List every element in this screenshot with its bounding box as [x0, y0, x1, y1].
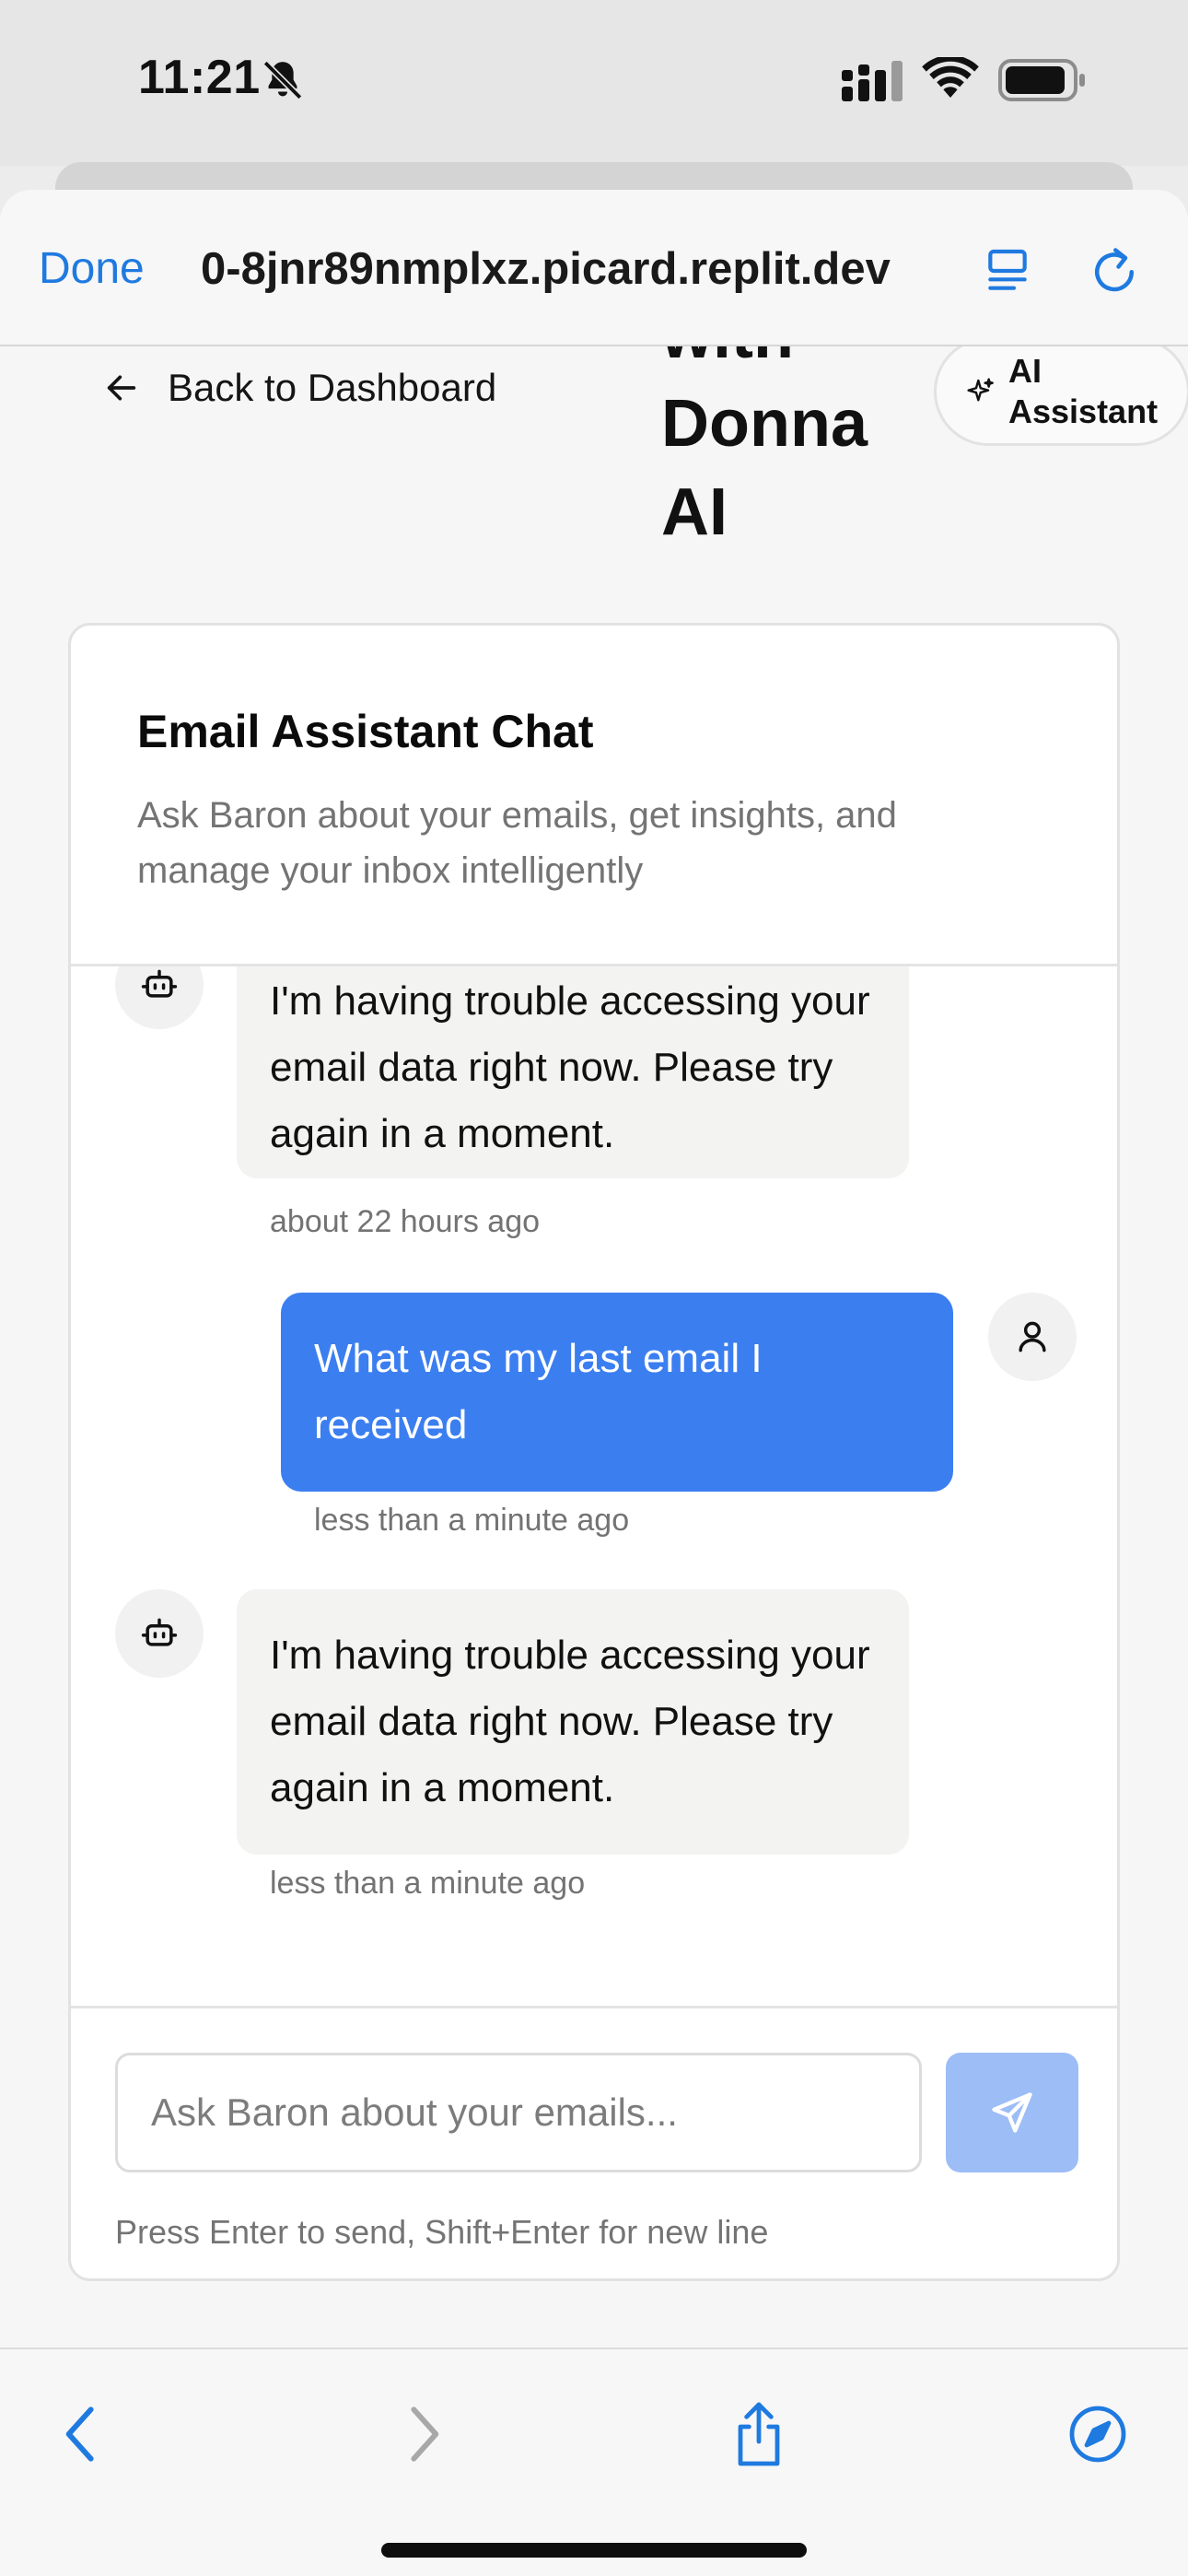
- cellular-signal-icon: [842, 61, 903, 101]
- page-title: with Donna AI: [661, 346, 901, 556]
- share-icon: [738, 2402, 780, 2466]
- page-title-line-2: Donna: [661, 387, 868, 461]
- back-link-label: Back to Dashboard: [168, 366, 497, 409]
- url-display[interactable]: 0-8jnr89nmplxz.picard.replit.dev: [201, 243, 938, 295]
- user-icon: [1019, 1321, 1046, 1352]
- sparkles-icon: [967, 378, 994, 402]
- reload-icon[interactable]: [1087, 243, 1142, 299]
- composer-hint: Press Enter to send, Shift+Enter for new…: [115, 2213, 769, 2251]
- page-title-line-3: AI: [661, 475, 728, 549]
- back-to-dashboard-link[interactable]: Back to Dashboard: [103, 356, 496, 420]
- assistant-message-bubble: I'm having trouble accessing your email …: [237, 1589, 909, 1855]
- reader-mode-icon[interactable]: [982, 245, 1033, 297]
- share-button[interactable]: [729, 2399, 788, 2469]
- forward-button[interactable]: [394, 2399, 453, 2469]
- forward-arrow-icon: [411, 2406, 439, 2462]
- bell-slash-icon: [262, 60, 303, 100]
- user-avatar: [988, 1293, 1077, 1381]
- message-list[interactable]: I'm having trouble accessing your email …: [71, 966, 1117, 2006]
- back-arrow-icon: [65, 2406, 94, 2462]
- home-indicator[interactable]: [381, 2543, 807, 2558]
- assistant-message-bubble: I'm having trouble accessing your email …: [237, 966, 909, 1178]
- battery-icon: [998, 59, 1085, 101]
- done-button[interactable]: Done: [39, 243, 145, 294]
- ai-assistant-label: AI Assistant: [1008, 352, 1159, 430]
- page-title-line-1: with: [661, 346, 901, 380]
- back-button[interactable]: [52, 2399, 111, 2469]
- wifi-icon: [922, 57, 979, 98]
- message-composer: Press Enter to send, Shift+Enter for new…: [71, 2006, 1117, 2278]
- open-in-safari-button[interactable]: [1068, 2399, 1127, 2469]
- compass-icon: [1069, 2406, 1126, 2463]
- chat-description: Ask Baron about your emails, get insight…: [137, 795, 897, 891]
- bot-icon: [141, 1618, 178, 1646]
- web-content: Back to Dashboard with Donna AI AI Assis…: [0, 346, 1188, 2348]
- status-time: 11:21: [138, 51, 261, 104]
- screen: 11:21 Done 0-8jnr89nmplxz.picard.replit.…: [0, 0, 1188, 2576]
- chat-card: Email Assistant Chat Ask Baron about you…: [68, 623, 1120, 2281]
- browser-toolbar: [0, 2348, 1188, 2576]
- send-icon: [992, 2092, 1032, 2133]
- ai-assistant-badge[interactable]: AI Assistant: [934, 346, 1188, 446]
- message-timestamp: less than a minute ago: [270, 1866, 586, 1901]
- assistant-avatar: [115, 966, 204, 1029]
- arrow-left-icon: [107, 375, 136, 401]
- message-timestamp: about 22 hours ago: [270, 1204, 541, 1239]
- assistant-avatar: [115, 1589, 204, 1678]
- chat-title: Email Assistant Chat: [137, 706, 594, 757]
- send-button[interactable]: [946, 2053, 1078, 2172]
- message-timestamp: less than a minute ago: [314, 1503, 630, 1538]
- user-message-bubble: What was my last email I received: [281, 1293, 953, 1492]
- browser-bar: Done 0-8jnr89nmplxz.picard.replit.dev: [0, 190, 1188, 346]
- status-bar: 11:21: [0, 0, 1188, 166]
- chat-card-header: Email Assistant Chat Ask Baron about you…: [71, 626, 1117, 966]
- chat-input[interactable]: [115, 2053, 922, 2172]
- bot-icon: [141, 969, 178, 998]
